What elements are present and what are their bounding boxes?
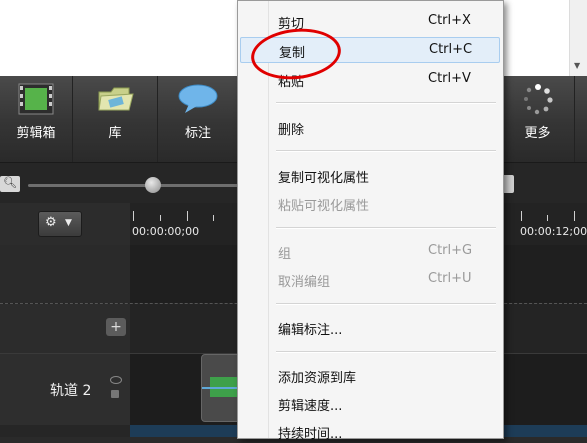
ruler-end-time: 00:00:12;00 xyxy=(520,225,587,238)
timeline-settings-button[interactable]: ⚙ ▼ xyxy=(38,211,82,237)
menu-item-delete[interactable]: 删除 xyxy=(240,115,498,139)
menu-item-cut[interactable]: 剪切 Ctrl+X xyxy=(240,9,498,33)
ruler-tick xyxy=(547,215,548,221)
menu-item-group[interactable]: 组 Ctrl+G xyxy=(240,239,498,263)
menu-item-label: 删除 xyxy=(278,123,305,138)
menu-item-shortcut: Ctrl+X xyxy=(428,13,471,28)
menu-item-shortcut: Ctrl+C xyxy=(429,42,473,57)
menu-item-label: 复制可视化属性 xyxy=(278,171,370,186)
menu-item-add-to-library[interactable]: 添加资源到库 xyxy=(240,363,498,387)
menu-item-shortcut: Ctrl+U xyxy=(428,271,472,286)
zoom-search-button[interactable]: 🔍︎ xyxy=(0,176,20,192)
menu-item-duration[interactable]: 持续时间... xyxy=(240,419,498,443)
folder-icon xyxy=(98,87,134,111)
more-button[interactable]: 更多 xyxy=(500,76,575,162)
menu-separator xyxy=(276,227,496,229)
menu-separator xyxy=(276,150,496,152)
ruler-tick xyxy=(187,211,188,221)
menu-item-label: 组 xyxy=(278,247,292,262)
menu-item-copy-visual-properties[interactable]: 复制可视化属性 xyxy=(240,163,498,187)
speech-bubble-icon xyxy=(178,84,218,113)
library-button[interactable]: 库 xyxy=(73,76,158,162)
ruler-tick xyxy=(160,215,161,221)
zoom-slider[interactable] xyxy=(28,184,240,187)
menu-item-clip-speed[interactable]: 剪辑速度... xyxy=(240,391,498,415)
clip-audio-line xyxy=(202,387,242,389)
menu-item-label: 持续时间... xyxy=(278,427,343,442)
lock-icon[interactable] xyxy=(111,390,119,398)
dots-spinner-icon xyxy=(523,84,553,115)
menu-item-label: 剪辑速度... xyxy=(278,399,343,414)
ruler-tick xyxy=(213,215,214,221)
toolbar-label-library: 库 xyxy=(108,126,122,141)
toolbar-label-callouts: 标注 xyxy=(184,126,211,141)
menu-item-shortcut: Ctrl+G xyxy=(428,243,473,258)
timeline-header-left: ⚙ ▼ xyxy=(0,203,130,245)
empty-track-header xyxy=(0,245,130,303)
menu-item-label: 取消编组 xyxy=(278,275,331,290)
track-2-header: 轨道 2 xyxy=(0,354,130,426)
menu-item-paste-visual-properties[interactable]: 粘贴可视化属性 xyxy=(240,191,498,215)
menu-item-label: 粘贴可视化属性 xyxy=(278,199,370,214)
menu-item-label: 添加资源到库 xyxy=(278,371,357,386)
zoom-slider-handle[interactable] xyxy=(145,177,161,193)
menu-item-label: 编辑标注... xyxy=(278,323,343,338)
ruler-tick xyxy=(521,211,522,221)
chevron-down-icon: ▼ xyxy=(65,218,72,228)
vertical-scrollbar[interactable]: ▼ xyxy=(569,0,587,76)
menu-separator xyxy=(276,351,496,353)
track-divider-header: + xyxy=(0,304,130,354)
clip-bin-button[interactable]: 剪辑箱 xyxy=(0,76,73,162)
menu-separator xyxy=(276,102,496,104)
film-strip-icon xyxy=(18,83,54,115)
eye-icon[interactable] xyxy=(110,376,122,384)
toolbar-label-clip-bin: 剪辑箱 xyxy=(16,126,56,141)
menu-item-ungroup[interactable]: 取消编组 Ctrl+U xyxy=(240,267,498,291)
scroll-down-icon[interactable]: ▼ xyxy=(574,61,580,70)
ruler-start-time: 00:00:00;00 xyxy=(132,225,200,238)
menu-item-edit-callout[interactable]: 编辑标注... xyxy=(240,315,498,339)
add-track-button[interactable]: + xyxy=(106,318,126,336)
gear-icon: ⚙ xyxy=(45,215,57,230)
menu-separator xyxy=(276,303,496,305)
toolbar-label-more: 更多 xyxy=(524,126,551,141)
callouts-button[interactable]: 标注 xyxy=(158,76,238,162)
track-2-label: 轨道 2 xyxy=(50,383,92,399)
menu-item-shortcut: Ctrl+V xyxy=(428,71,471,86)
magnifier-icon: 🔍︎ xyxy=(3,176,17,189)
ruler-tick xyxy=(574,211,575,221)
ruler-tick xyxy=(133,211,134,221)
